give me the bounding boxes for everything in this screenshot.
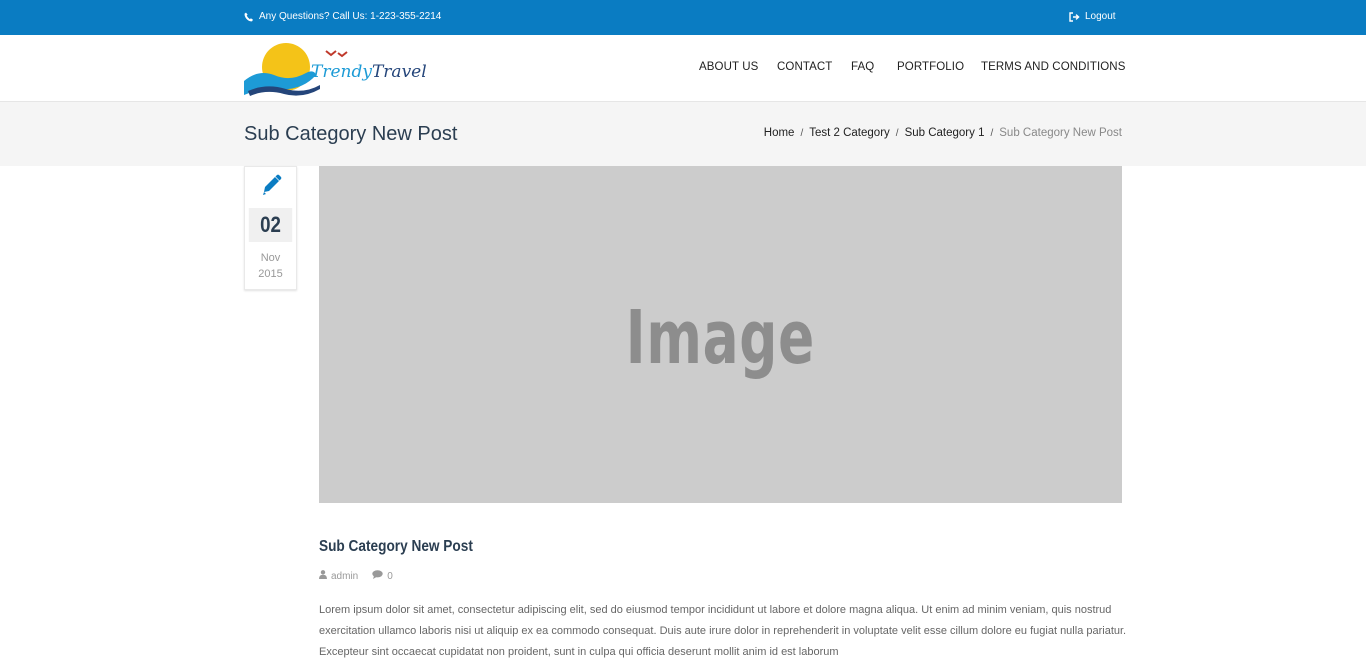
pencil-icon: [260, 174, 282, 201]
breadcrumb-sub-category-1[interactable]: Sub Category 1: [905, 127, 985, 139]
post-featured-image[interactable]: Image: [319, 166, 1122, 503]
site-header: TrendyTravel ABOUT US CONTACT FAQ PORTFO…: [0, 35, 1366, 102]
breadcrumb: Home / Test 2 Category / Sub Category 1 …: [764, 127, 1122, 139]
nav-faq[interactable]: FAQ: [851, 61, 874, 73]
breadcrumb-test-2-category[interactable]: Test 2 Category: [809, 127, 890, 139]
user-icon: [319, 570, 327, 582]
logout-label: Logout: [1085, 11, 1116, 22]
post-month: Nov: [260, 252, 281, 264]
top-bar: Any Questions? Call Us: 1-223-355-2214 L…: [0, 0, 1366, 35]
nav-portfolio[interactable]: PORTFOLIO: [897, 61, 964, 73]
post-year: 2015: [258, 268, 283, 280]
call-us-text: Any Questions? Call Us: 1-223-355-2214: [259, 11, 442, 22]
nav-terms-and-conditions[interactable]: TERMS AND CONDITIONS: [981, 61, 1125, 73]
nav-contact[interactable]: CONTACT: [777, 61, 832, 73]
site-logo[interactable]: TrendyTravel: [244, 39, 427, 99]
page-header: Sub Category New Post Home / Test 2 Cate…: [0, 102, 1366, 166]
page-title: Sub Category New Post: [244, 123, 458, 145]
breadcrumb-separator: /: [990, 128, 994, 139]
breadcrumb-separator: /: [895, 128, 899, 139]
nav-about-us[interactable]: ABOUT US: [699, 61, 758, 73]
image-placeholder-text: Image: [625, 294, 816, 381]
post-month-year: Nov 2015: [245, 250, 296, 282]
post-comments[interactable]: 0: [372, 570, 393, 582]
post-format: [245, 167, 296, 208]
sign-out-icon: [1069, 11, 1080, 22]
post-title[interactable]: Sub Category New Post: [319, 538, 473, 556]
breadcrumb-home[interactable]: Home: [764, 127, 795, 139]
post-meta: admin 0: [319, 570, 393, 582]
breadcrumb-current: Sub Category New Post: [999, 127, 1122, 139]
post-excerpt: Lorem ipsum dolor sit amet, consectetur …: [319, 604, 1127, 658]
post-author[interactable]: admin: [319, 570, 358, 582]
post-day: 02: [248, 208, 293, 242]
contact-phone: Any Questions? Call Us: 1-223-355-2214: [244, 11, 441, 22]
phone-icon: [244, 12, 254, 22]
breadcrumb-separator: /: [800, 128, 804, 139]
post-comments-count: 0: [387, 570, 393, 582]
comment-icon: [372, 570, 383, 582]
logo-wordmark: TrendyTravel: [311, 62, 427, 82]
logout-link[interactable]: Logout: [1069, 11, 1116, 22]
post-author-name: admin: [331, 570, 359, 582]
post-date-box: 02 Nov 2015: [244, 166, 297, 290]
